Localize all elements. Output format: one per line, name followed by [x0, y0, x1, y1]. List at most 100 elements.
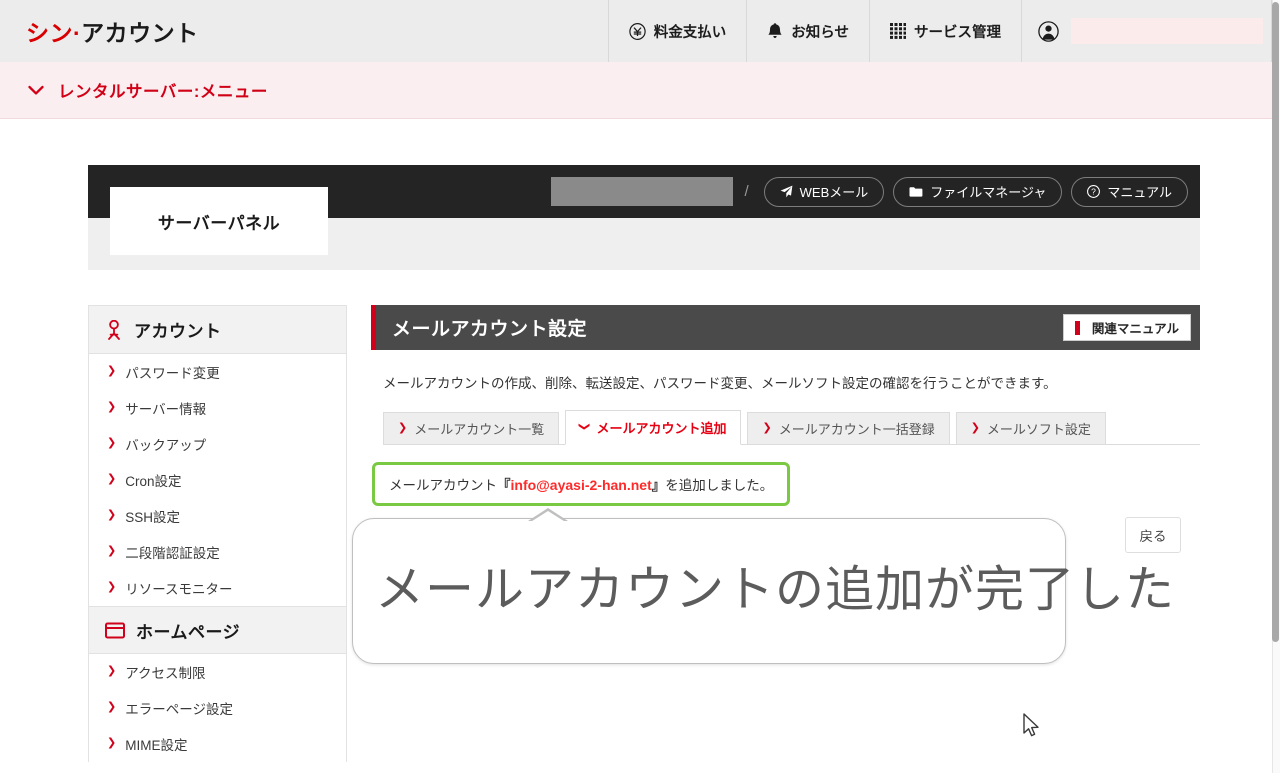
manual-pill-button[interactable]: ? マニュアル	[1071, 176, 1188, 207]
sidebar-item-label: パスワード変更	[125, 366, 220, 381]
chevron-right-icon: ❯	[398, 422, 408, 434]
brand-logo-part2: アカウント	[81, 20, 199, 46]
chevron-right-icon: ❯	[762, 422, 772, 434]
header-account-area[interactable]	[1021, 0, 1272, 62]
tab-label: メールソフト設定	[986, 422, 1091, 437]
success-message-address: info@ayasi-2-han.net	[510, 477, 652, 493]
callout-tail-fill	[529, 511, 567, 523]
header-item-service[interactable]: サービス管理	[869, 0, 1021, 62]
page-description: メールアカウントの作成、削除、転送設定、パスワード変更、メールソフト設定の確認を…	[383, 376, 1057, 391]
red-book-icon	[1074, 320, 1086, 335]
tab-label: メールアカウント一覧	[414, 422, 545, 437]
sidebar-item-error-page[interactable]: ❯ エラーページ設定	[89, 690, 346, 726]
chevron-right-icon: ❯	[107, 700, 117, 713]
rental-server-menu-bar[interactable]: レンタルサーバー:メニュー	[0, 62, 1272, 119]
file-manager-button-label: ファイルマネージャ	[930, 185, 1047, 200]
server-panel-badge[interactable]: サーバーパネル	[110, 187, 328, 255]
success-message: メールアカウント『info@ayasi-2-han.net』を追加しました。	[372, 462, 791, 506]
rental-server-menu-label: レンタルサーバー:メニュー	[58, 83, 268, 101]
current-domain-redacted	[551, 177, 734, 206]
tab-mail-software-settings[interactable]: ❯ メールソフト設定	[955, 412, 1106, 445]
sidebar-item-label: リソースモニター	[125, 582, 233, 597]
tab-mail-account-bulk-register[interactable]: ❯ メールアカウント一括登録	[747, 412, 950, 445]
vertical-scrollbar-thumb[interactable]	[1272, 2, 1279, 642]
chevron-right-icon: ❯	[107, 508, 117, 521]
related-manual-button[interactable]: 関連マニュアル	[1062, 314, 1191, 341]
manual-pill-button-label: マニュアル	[1107, 185, 1172, 200]
callout-bubble: メールアカウントの追加が完了した	[352, 518, 1174, 664]
folder-icon	[909, 186, 923, 198]
page-title: メールアカウント設定	[392, 319, 588, 340]
sidebar-item-label: MIME設定	[125, 738, 188, 753]
sidebar-section-account: アカウント	[89, 306, 346, 354]
sidebar-item-label: 二段階認証設定	[125, 546, 220, 561]
related-manual-button-label: 関連マニュアル	[1091, 322, 1179, 336]
callout-text: メールアカウントの追加が完了した	[375, 563, 1176, 618]
chevron-right-icon: ❯	[107, 544, 117, 557]
chevron-right-icon: ❯	[107, 436, 117, 449]
person-icon	[105, 319, 123, 340]
success-message-prefix: メールアカウント	[389, 478, 497, 493]
sidebar-item-label: アクセス制限	[125, 666, 206, 681]
chevron-right-icon: ❯	[107, 664, 117, 677]
chevron-right-icon: ❯	[107, 472, 117, 485]
sidebar-item-two-factor[interactable]: ❯ 二段階認証設定	[89, 534, 346, 570]
sidebar-item-label: Cron設定	[125, 474, 182, 489]
webmail-button-label: WEBメール	[799, 185, 869, 200]
sidebar-section-homepage: ホームページ	[89, 606, 346, 654]
svg-text:?: ?	[1092, 187, 1097, 197]
grid-apps-icon	[890, 23, 906, 39]
mouse-cursor	[1022, 712, 1042, 745]
server-panel-header: / WEBメール ファイルマネージャ ? マニュアル サーバーパネル	[88, 165, 1200, 270]
vertical-scrollbar-track[interactable]	[1272, 0, 1280, 773]
header-item-payment[interactable]: 料金支払い	[607, 0, 747, 62]
sidebar-item-password-change[interactable]: ❯ パスワード変更	[89, 354, 346, 390]
paper-plane-icon	[780, 185, 793, 198]
sidebar-section-homepage-title: ホームページ	[136, 622, 241, 642]
chevron-down-icon	[28, 85, 44, 96]
global-header: シン· アカウント 料金支払い お知らせ サービス管理	[0, 0, 1272, 62]
tab-label: メールアカウント追加	[596, 421, 727, 436]
sidebar: アカウント ❯ パスワード変更 ❯ サーバー情報 ❯ バックアップ ❯ Cron…	[88, 305, 347, 762]
sidebar-item-ssh[interactable]: ❯ SSH設定	[89, 498, 346, 534]
question-circle-icon: ?	[1087, 185, 1101, 198]
chevron-right-icon: ❯	[107, 580, 117, 593]
sidebar-item-server-info[interactable]: ❯ サーバー情報	[89, 390, 346, 426]
brand-logo-part1: シン·	[26, 20, 82, 46]
sidebar-item-mime[interactable]: ❯ MIME設定	[89, 726, 346, 762]
success-message-open-bracket: 『	[497, 478, 511, 493]
tab-mail-account-add[interactable]: ❮ メールアカウント追加	[565, 410, 742, 445]
tab-mail-account-list[interactable]: ❯ メールアカウント一覧	[383, 412, 560, 445]
back-button[interactable]: 戻る	[1125, 517, 1181, 553]
success-message-suffix: を追加しました。	[665, 478, 774, 493]
sidebar-item-label: SSH設定	[125, 510, 180, 525]
tab-label: メールアカウント一括登録	[778, 422, 935, 437]
header-item-payment-label: 料金支払い	[653, 24, 727, 41]
header-item-notice-label: お知らせ	[791, 24, 849, 41]
header-item-notice[interactable]: お知らせ	[746, 0, 869, 62]
header-item-service-label: サービス管理	[914, 24, 1001, 41]
content-title-bar: メールアカウント設定 関連マニュアル	[371, 305, 1200, 350]
brand-logo[interactable]: シン· アカウント	[0, 0, 199, 62]
yen-circle-icon	[629, 22, 646, 40]
webmail-button[interactable]: WEBメール	[763, 176, 885, 207]
sidebar-item-resource-monitor[interactable]: ❯ リソースモニター	[89, 570, 346, 606]
sidebar-item-backup[interactable]: ❯ バックアップ	[89, 426, 346, 462]
sidebar-item-label: バックアップ	[125, 438, 207, 453]
domain-separator: /	[744, 183, 749, 200]
sidebar-item-label: サーバー情報	[125, 402, 207, 417]
sidebar-section-account-title: アカウント	[134, 322, 222, 341]
tab-bar: ❯ メールアカウント一覧 ❮ メールアカウント追加 ❯ メールアカウント一括登録…	[383, 410, 1200, 445]
chevron-down-icon: ❮	[578, 421, 591, 432]
sidebar-item-access-restriction[interactable]: ❯ アクセス制限	[89, 654, 346, 690]
user-circle-icon	[1038, 20, 1059, 42]
file-manager-button[interactable]: ファイルマネージャ	[893, 176, 1063, 207]
success-message-close-bracket: 』	[651, 478, 666, 493]
browser-window-icon	[105, 622, 125, 639]
chevron-right-icon: ❯	[107, 736, 117, 749]
sidebar-item-label: エラーページ設定	[125, 702, 233, 717]
chevron-right-icon: ❯	[970, 422, 980, 434]
bell-icon	[767, 22, 783, 40]
account-name-redacted	[1071, 18, 1263, 44]
sidebar-item-cron[interactable]: ❯ Cron設定	[89, 462, 346, 498]
